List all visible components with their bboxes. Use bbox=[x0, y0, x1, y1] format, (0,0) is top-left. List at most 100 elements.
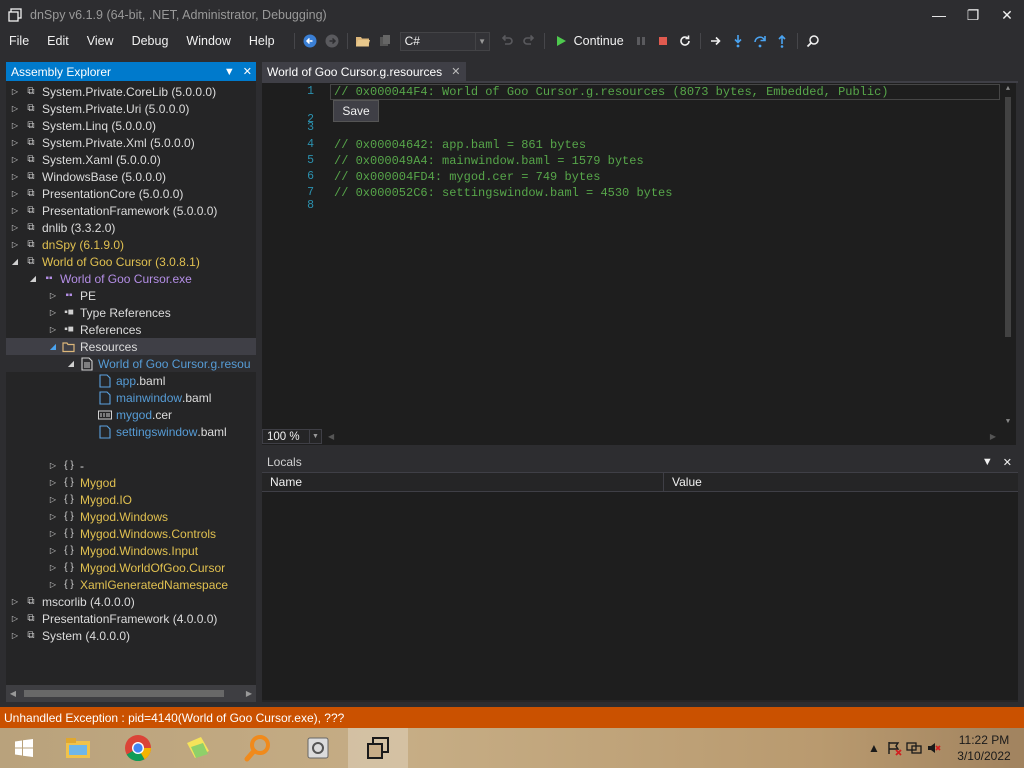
tree-item-cer[interactable]: mygod .cer bbox=[6, 406, 256, 423]
menu-edit[interactable]: Edit bbox=[38, 30, 78, 52]
scrollbar-thumb[interactable] bbox=[24, 690, 224, 697]
tree-item-namespace[interactable]: ▷{ } Mygod.Windows bbox=[6, 508, 256, 525]
tree-item-baml[interactable]: app .baml bbox=[6, 372, 256, 389]
expand-arrow-icon[interactable]: ▷ bbox=[48, 576, 58, 593]
network-icon[interactable] bbox=[904, 728, 924, 768]
tree-item-assembly[interactable]: ▷ ⧉ WindowsBase (5.0.0.0) bbox=[6, 168, 256, 185]
expand-arrow-icon[interactable]: ▷ bbox=[48, 457, 58, 474]
tree-item-pe[interactable]: ▷ ▪▪ PE bbox=[6, 287, 256, 304]
scroll-up-icon[interactable]: ▲ bbox=[1000, 83, 1016, 95]
flag-icon[interactable] bbox=[884, 728, 904, 768]
menu-window[interactable]: Window bbox=[177, 30, 239, 52]
panel-close-icon[interactable]: ✕ bbox=[243, 65, 252, 78]
redo-icon[interactable] bbox=[518, 30, 540, 52]
show-next-statement-icon[interactable] bbox=[705, 30, 727, 52]
tree-item-namespace[interactable]: ▷{ } Mygod.WorldOfGoo.Cursor bbox=[6, 559, 256, 576]
tree-item-assembly[interactable]: ◢ ⧉ World of Goo Cursor (3.0.8.1) bbox=[6, 253, 256, 270]
tree-item-assembly[interactable]: ▷ ⧉ System.Linq (5.0.0.0) bbox=[6, 117, 256, 134]
continue-button[interactable]: Continue bbox=[549, 30, 630, 52]
menu-debug[interactable]: Debug bbox=[123, 30, 178, 52]
expand-arrow-icon[interactable]: ▷ bbox=[48, 304, 58, 321]
tree-item-assembly[interactable]: ▷ ⧉ dnlib (3.3.2.0) bbox=[6, 219, 256, 236]
editor-vertical-scrollbar[interactable]: ▲ ▼ bbox=[1000, 83, 1016, 428]
maximize-button[interactable]: ❐ bbox=[956, 0, 990, 30]
step-out-icon[interactable] bbox=[771, 30, 793, 52]
tab-close-icon[interactable]: ✕ bbox=[451, 65, 460, 78]
expand-arrow-icon[interactable]: ▷ bbox=[10, 202, 20, 219]
expand-arrow-icon[interactable]: ▷ bbox=[10, 593, 20, 610]
expand-arrow-icon[interactable]: ▷ bbox=[10, 134, 20, 151]
app-window-icon[interactable] bbox=[288, 728, 348, 768]
collapse-arrow-icon[interactable]: ◢ bbox=[48, 338, 58, 355]
windows-start-icon[interactable] bbox=[0, 728, 48, 768]
tree-item-assembly[interactable]: ▷ ⧉ System.Private.Xml (5.0.0.0) bbox=[6, 134, 256, 151]
magnifier-icon[interactable] bbox=[228, 728, 288, 768]
tree-item-resource-file[interactable]: ◢ World of Goo Cursor.g.resou bbox=[6, 355, 256, 372]
explorer-horizontal-scrollbar[interactable]: ◀ ▶ bbox=[6, 685, 256, 702]
nav-back-icon[interactable] bbox=[299, 30, 321, 52]
sticky-notes-icon[interactable] bbox=[168, 728, 228, 768]
expand-arrow-icon[interactable]: ▷ bbox=[10, 627, 20, 644]
tree-item-assembly[interactable]: ▷ ⧉ System.Xaml (5.0.0.0) bbox=[6, 151, 256, 168]
save-button[interactable]: Save bbox=[333, 100, 379, 122]
tree-item-namespace[interactable]: ▷{ } Mygod.Windows.Input bbox=[6, 542, 256, 559]
menu-view[interactable]: View bbox=[78, 30, 123, 52]
expand-arrow-icon[interactable]: ▷ bbox=[48, 321, 58, 338]
zoom-select[interactable]: 100 % ▼ bbox=[262, 429, 322, 444]
expand-arrow-icon[interactable]: ▷ bbox=[48, 525, 58, 542]
tree-item-module[interactable]: ◢ ▪▪ World of Goo Cursor.exe bbox=[6, 270, 256, 287]
expand-arrow-icon[interactable]: ▷ bbox=[48, 287, 58, 304]
step-over-icon[interactable] bbox=[749, 30, 771, 52]
chrome-icon[interactable] bbox=[108, 728, 168, 768]
tree-item-namespace[interactable]: ▷{ } XamlGeneratedNamespace bbox=[6, 576, 256, 593]
scroll-left-icon[interactable]: ◀ bbox=[328, 432, 334, 441]
tree-item-baml[interactable]: mainwindow .baml bbox=[6, 389, 256, 406]
expand-arrow-icon[interactable]: ▷ bbox=[48, 474, 58, 491]
scroll-left-icon[interactable]: ◀ bbox=[6, 685, 20, 702]
tree-item-assembly[interactable]: ▷ ⧉ System.Private.CoreLib (5.0.0.0) bbox=[6, 83, 256, 100]
expand-arrow-icon[interactable]: ▷ bbox=[10, 117, 20, 134]
tree-item-baml[interactable]: settingswindow .baml bbox=[6, 423, 256, 440]
tab-resources[interactable]: World of Goo Cursor.g.resources ✕ bbox=[262, 62, 467, 81]
language-select[interactable]: C# ▼ bbox=[399, 31, 490, 51]
menu-help[interactable]: Help bbox=[240, 30, 284, 52]
expand-arrow-icon[interactable]: ▷ bbox=[10, 83, 20, 100]
stop-icon[interactable] bbox=[652, 30, 674, 52]
scrollbar-thumb[interactable] bbox=[1005, 97, 1011, 337]
expand-arrow-icon[interactable]: ▷ bbox=[48, 542, 58, 559]
code-editor[interactable]: 1 2 3 4 5 6 7 8 // 0x000044F4: World of … bbox=[262, 83, 1016, 428]
volume-muted-icon[interactable] bbox=[924, 728, 944, 768]
tree-item-namespace[interactable]: ▷{ } Mygod.IO bbox=[6, 491, 256, 508]
file-explorer-icon[interactable] bbox=[48, 728, 108, 768]
tree-item-resources[interactable]: ◢ Resources bbox=[6, 338, 256, 355]
tree-item-assembly[interactable]: ▷ ⧉ PresentationCore (5.0.0.0) bbox=[6, 185, 256, 202]
scroll-right-icon[interactable]: ▶ bbox=[242, 685, 256, 702]
menu-file[interactable]: File bbox=[0, 30, 38, 52]
tree-item-references[interactable]: ▷ ▪■ References bbox=[6, 321, 256, 338]
tree-item-assembly[interactable]: ▷ ⧉ System.Private.Uri (5.0.0.0) bbox=[6, 100, 256, 117]
restart-icon[interactable] bbox=[674, 30, 696, 52]
open-list-icon[interactable] bbox=[374, 30, 396, 52]
step-into-icon[interactable] bbox=[727, 30, 749, 52]
expand-arrow-icon[interactable]: ▷ bbox=[48, 491, 58, 508]
expand-arrow-icon[interactable]: ▷ bbox=[10, 100, 20, 117]
tree-item-namespace[interactable]: ▷{ } Mygod.Windows.Controls bbox=[6, 525, 256, 542]
collapse-arrow-icon[interactable]: ◢ bbox=[10, 253, 20, 270]
scroll-right-icon[interactable]: ▶ bbox=[990, 432, 996, 441]
dnspy-taskbar-icon[interactable] bbox=[348, 728, 408, 768]
tree-item-assembly[interactable]: ▷ ⧉ dnSpy (6.1.9.0) bbox=[6, 236, 256, 253]
expand-arrow-icon[interactable]: ▷ bbox=[10, 219, 20, 236]
pause-icon[interactable] bbox=[630, 30, 652, 52]
expand-arrow-icon[interactable]: ▷ bbox=[10, 185, 20, 202]
expand-arrow-icon[interactable]: ▷ bbox=[48, 508, 58, 525]
tree-item-type-references[interactable]: ▷ ▪■ Type References bbox=[6, 304, 256, 321]
show-hidden-icons-icon[interactable]: ▲ bbox=[864, 728, 884, 768]
open-folder-icon[interactable] bbox=[352, 30, 374, 52]
tree-item-assembly[interactable]: ▷ ⧉ mscorlib (4.0.0.0) bbox=[6, 593, 256, 610]
dnspy-app-icon[interactable] bbox=[0, 0, 30, 30]
expand-arrow-icon[interactable]: ▷ bbox=[10, 236, 20, 253]
search-icon[interactable] bbox=[802, 30, 824, 52]
scroll-down-icon[interactable]: ▼ bbox=[1000, 416, 1016, 428]
tree-item-namespace[interactable]: ▷{ } Mygod bbox=[6, 474, 256, 491]
panel-dropdown-icon[interactable]: ▼ bbox=[982, 456, 993, 468]
